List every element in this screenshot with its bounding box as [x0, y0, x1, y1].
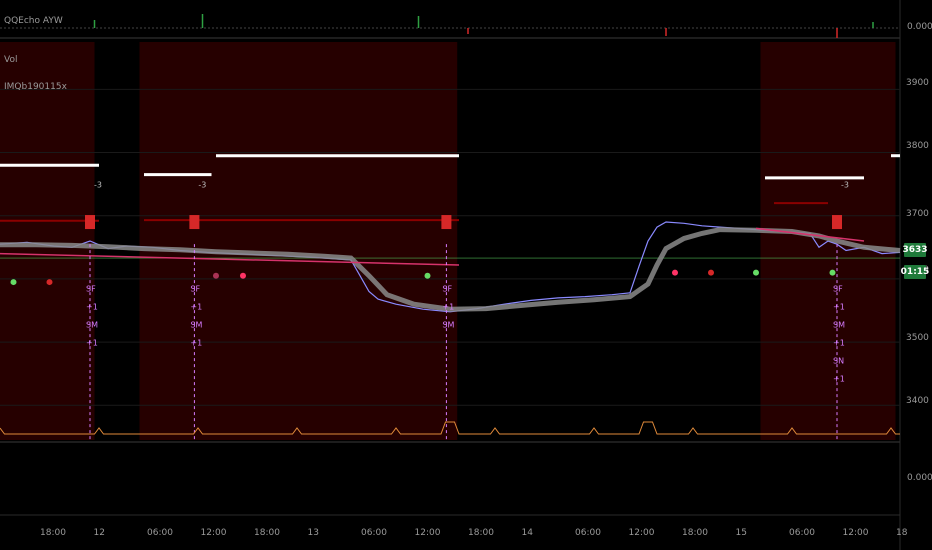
marker-side-label: SF [833, 285, 843, 294]
chart-stage: -3 SF +1 SM +1 -3 SF +1 SM +1 SF +1 SM -3 SF +1 SM +1 SN +1… [0, 0, 932, 550]
time-tick-label: 12 [93, 528, 105, 538]
marker-side-label: SN [833, 357, 844, 366]
session-zone [139, 42, 458, 440]
time-tick-label: 06:00 [789, 528, 815, 538]
indicator-label-imq: IMQb190115x [4, 82, 67, 92]
signal-box [441, 215, 452, 230]
time-tick-label: 12:00 [842, 528, 869, 538]
marker-side-label: +1 [833, 375, 845, 384]
marker-side-label: +1 [190, 339, 202, 348]
marker-side-label: SM [86, 321, 98, 330]
price-tick-label: 3700 [906, 209, 929, 219]
time-tick-label: 18:00 [682, 528, 708, 538]
signal-dot [10, 279, 17, 286]
time-tick-label: 12:00 [628, 528, 655, 538]
marker-top-label: -3 [94, 180, 102, 189]
trading-chart: -3 SF +1 SM +1 -3 SF +1 SM +1 SF +1 SM -3 SF +1 SM +1 SN +1 [0, 0, 901, 550]
signal-box [189, 215, 200, 230]
last-price-badge: 3633 [902, 243, 928, 257]
oscillator-axis-label: 0.0000 [907, 22, 932, 32]
marker-side-label: SM [190, 321, 202, 330]
marker-side-label: +1 [190, 303, 202, 312]
marker-side-label: +1 [833, 339, 845, 348]
signal-dot [753, 269, 759, 276]
price-tick-label: 3900 [906, 78, 929, 88]
time-tick-label: 18:00 [40, 528, 66, 538]
time-tick-label: 12:00 [200, 528, 227, 538]
indicator-label-qqecho: QQEcho AYW [4, 16, 63, 26]
countdown-badge: 01:15 [900, 265, 930, 279]
time-tick-label: 18:00 [468, 528, 494, 538]
signal-dot [672, 269, 678, 276]
signal-dot [213, 272, 219, 279]
session-zone [0, 42, 95, 440]
marker-side-label: SF [442, 285, 452, 294]
time-tick-label: 15 [735, 528, 747, 538]
marker-side-label: +1 [442, 303, 454, 312]
time-tick-label: 14 [521, 528, 533, 538]
signal-dot [708, 269, 714, 276]
signal-dot [46, 279, 53, 286]
signal-box [85, 215, 95, 230]
time-tick-label: 18 [896, 528, 908, 538]
time-tick-label: 12:00 [414, 528, 441, 538]
marker-side-label: SF [86, 285, 96, 294]
time-tick-label: 06:00 [147, 528, 173, 538]
signal-dot [829, 269, 836, 276]
marker-side-label: SM [442, 321, 454, 330]
marker-top-label: -3 [198, 180, 206, 189]
signal-box [832, 215, 842, 230]
indicator-label-vol: Vol [4, 55, 18, 65]
time-tick-label: 06:00 [361, 528, 387, 538]
marker-side-label: +1 [86, 339, 98, 348]
time-tick-label: 13 [307, 528, 319, 538]
price-tick-label: 3800 [906, 141, 929, 151]
price-tick-label: 3400 [906, 396, 929, 406]
bottom-axis-label: 0.0000 [907, 473, 932, 483]
signal-dot [240, 272, 246, 279]
marker-top-label: -3 [841, 180, 849, 189]
marker-side-label: SM [833, 321, 845, 330]
price-tick-label: 3500 [906, 333, 929, 343]
signal-dot [424, 272, 431, 279]
marker-side-label: +1 [86, 303, 98, 312]
time-tick-label: 18:00 [254, 528, 280, 538]
marker-side-label: +1 [833, 303, 845, 312]
time-tick-label: 06:00 [575, 528, 601, 538]
marker-side-label: SF [190, 285, 200, 294]
